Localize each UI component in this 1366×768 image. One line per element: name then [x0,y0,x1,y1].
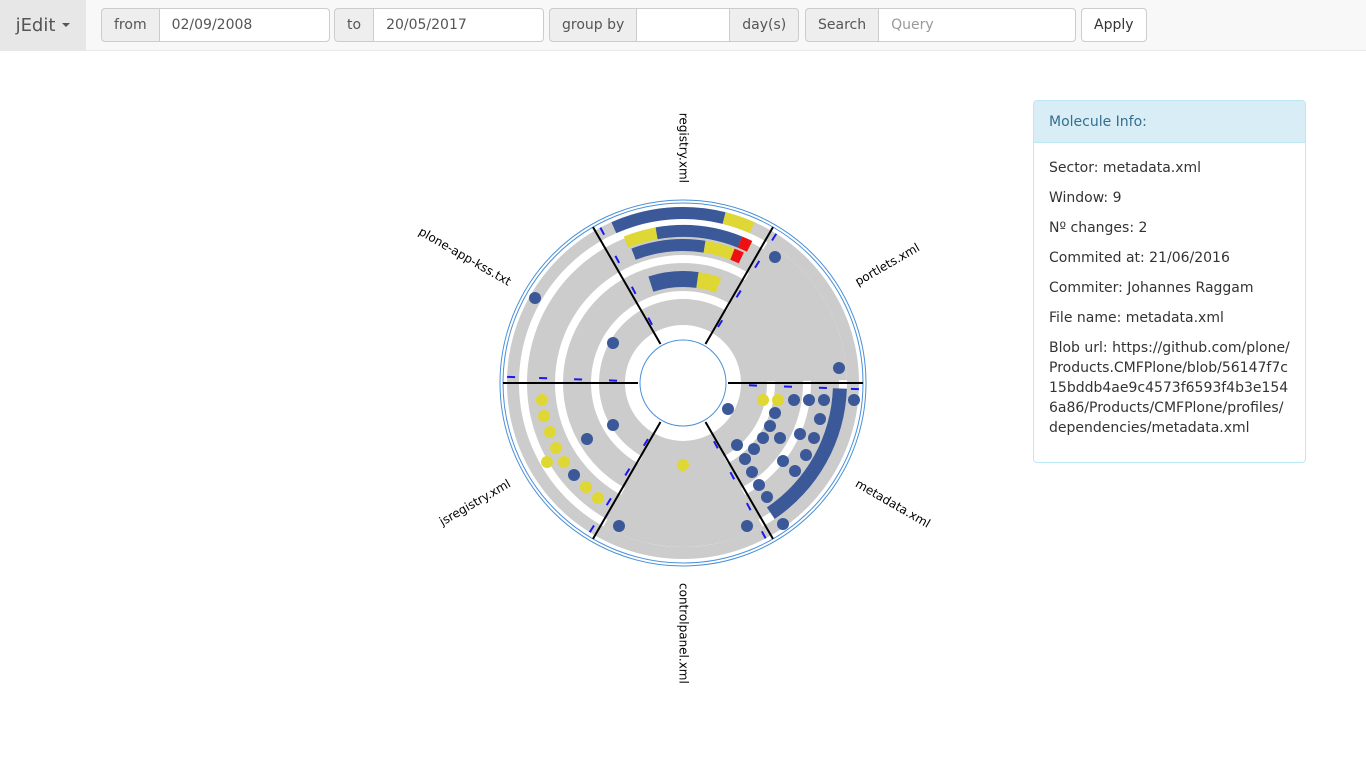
commit-dot [769,407,781,419]
commit-dot [748,443,760,455]
commit-dot [739,453,751,465]
center-hub [639,339,727,427]
commit-dot [529,292,541,304]
info-window: Window: 9 [1049,190,1122,206]
commit-dot [607,419,619,431]
search-placeholder: Query [891,17,934,33]
to-label: to [334,8,374,42]
commit-dot [607,337,619,349]
commit-dot [613,520,625,532]
commit-dot [772,394,784,406]
sector-label[interactable]: registry.xml [677,113,691,183]
commit-dot [538,410,550,422]
commit-dot [592,492,604,504]
commit-dot [800,449,812,461]
commit-dot [774,432,786,444]
commit-dot [769,251,781,263]
info-commiter: Commiter: Johannes Raggam [1049,280,1254,296]
search-group: Search Query [805,8,1077,42]
commit-dot [803,394,815,406]
commit-dot [581,433,593,445]
commit-dot [568,469,580,481]
to-date-input[interactable]: 20/05/2017 [373,8,545,42]
commit-dot [541,456,553,468]
commit-dot [550,442,562,454]
commit-dot [741,520,753,532]
commit-dot [761,491,773,503]
panel-heading: Molecule Info: [1034,101,1305,143]
commit-dot [832,394,844,406]
commit-dot [789,465,801,477]
sector-label[interactable]: metadata.xml [853,477,933,531]
commit-dot [731,439,743,451]
group-by-unit: day(s) [730,8,800,42]
commit-dot [757,432,769,444]
search-input[interactable]: Query [878,8,1077,42]
caret-down-icon [62,23,71,27]
commit-dot [808,432,820,444]
commit-dot [746,466,758,478]
sector-label[interactable]: portlets.xml [852,240,922,288]
commit-dot [764,420,776,432]
commit-dot [753,479,765,491]
info-file-name: File name: metadata.xml [1049,310,1224,326]
to-date-value: 20/05/2017 [386,17,467,33]
search-label: Search [805,8,879,42]
apply-button[interactable]: Apply [1081,8,1147,42]
to-date-group: to 20/05/2017 [334,8,545,42]
info-blob-url: Blob url: https://github.com/plone/Produ… [1049,340,1290,436]
commit-dot [814,413,826,425]
commit-dot [794,428,806,440]
commit-dot [558,456,570,468]
sector-label[interactable]: plone-app-kss.txt [416,224,514,288]
info-changes: Nº changes: 2 [1049,220,1148,236]
commit-dot [544,426,556,438]
group-by-label: group by [549,8,637,42]
from-label: from [101,8,159,42]
commit-dot [833,362,845,374]
commit-dot [818,394,830,406]
info-sector: Sector: metadata.xml [1049,160,1202,176]
commit-dot [757,394,769,406]
brand-label: jEdit [15,14,56,36]
group-by-group: group by day(s) [549,8,800,42]
commit-dot [580,481,592,493]
commit-dot [777,518,789,530]
brand-dropdown[interactable]: jEdit [0,0,86,50]
from-date-input[interactable]: 02/09/2008 [158,8,330,42]
from-date-group: from 02/09/2008 [101,8,330,42]
molecule-chart: registry.xml portlets.xml metadata.xml cont… [416,113,933,684]
group-by-input[interactable] [636,8,731,42]
commit-dot [677,459,689,471]
molecule-info-panel: Molecule Info: Sector: metadata.xml Wind… [1033,100,1306,463]
commit-dot [722,403,734,415]
commit-dot [848,394,860,406]
from-date-value: 02/09/2008 [171,17,253,33]
commit-dot [788,394,800,406]
commit-dot [777,455,789,467]
info-commited-at: Commited at: 21/06/2016 [1049,250,1230,266]
commit-dot [536,394,548,406]
sector-label[interactable]: controlpanel.xml [677,583,691,684]
sector-label[interactable]: jsregistry.xml [436,477,513,530]
top-navbar: jEdit from 02/09/2008 to 20/05/2017 grou… [0,0,1366,51]
